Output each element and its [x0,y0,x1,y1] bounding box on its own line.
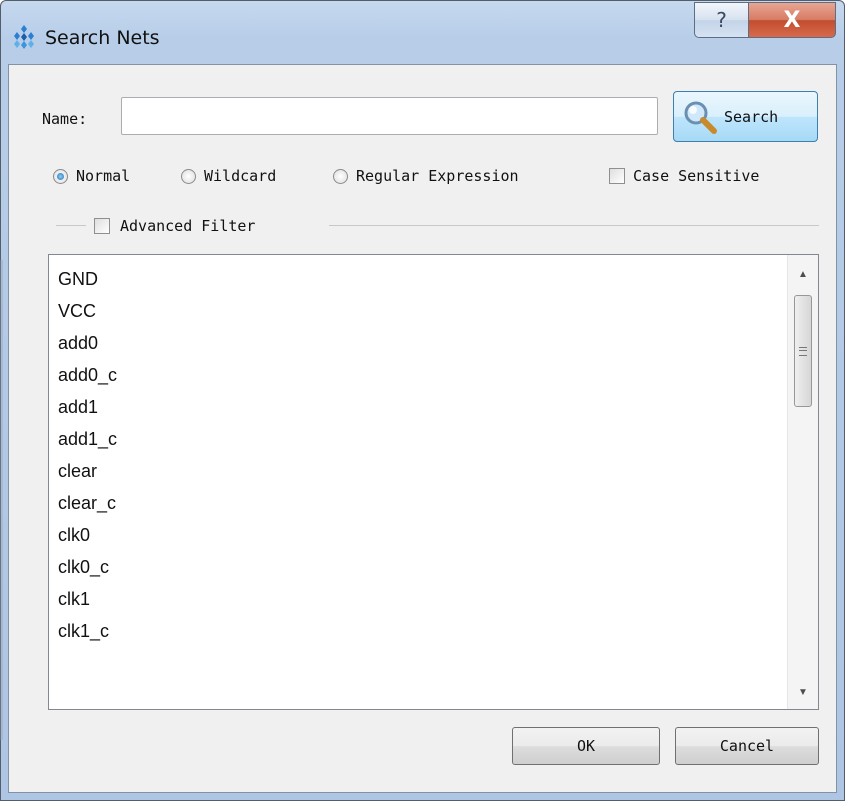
scroll-up-arrow-icon: ▲ [798,268,808,280]
list-item[interactable]: clk0_c [49,551,788,583]
advanced-filter-label: Advanced Filter [120,217,256,235]
help-button[interactable]: ? [694,2,749,38]
window-edge-shadow [0,260,3,740]
radio-wildcard-label: Wildcard [204,167,277,185]
list-item[interactable]: add0 [49,327,788,359]
title-bar[interactable]: Search Nets ? X [1,1,844,65]
list-item[interactable]: clk0 [49,519,788,551]
list-item[interactable]: add0_c [49,359,788,391]
help-icon: ? [716,8,727,32]
advanced-filter-group: Advanced Filter [0,214,847,238]
radio-wildcard[interactable]: Wildcard [181,167,276,185]
app-logo-icon [14,25,34,49]
list-item[interactable]: clk1 [49,583,788,615]
scroll-up-button[interactable]: ▲ [788,259,818,289]
vertical-scrollbar[interactable]: ▲ ▼ [787,255,818,709]
list-item[interactable]: clear [49,455,788,487]
scroll-down-button[interactable]: ▼ [788,677,818,707]
close-icon: X [783,7,801,33]
radio-normal-label: Normal [76,167,131,185]
list-item[interactable]: clear_c [49,487,788,519]
magnifier-icon [684,101,717,134]
list-item[interactable]: add1_c [49,423,788,455]
case-sensitive-label: Case Sensitive [633,167,760,185]
name-label: Name: [42,110,88,128]
radio-normal-indicator[interactable] [53,168,68,184]
case-sensitive-box[interactable] [609,168,625,184]
advanced-filter-box[interactable] [94,218,110,234]
cancel-button[interactable]: Cancel [675,727,819,765]
cancel-button-label: Cancel [719,737,775,755]
search-button[interactable]: Search [673,91,818,142]
ok-button-label: OK [576,737,596,755]
advanced-filter-checkbox[interactable]: Advanced Filter [94,217,255,235]
ok-button[interactable]: OK [512,727,660,765]
match-mode-group: Normal Wildcard Regular Expression Case … [0,167,847,191]
radio-normal[interactable]: Normal [53,167,130,185]
list-item[interactable]: GND [49,263,788,295]
close-button[interactable]: X [748,2,836,38]
nets-list-items: GND VCC add0 add0_c add1 add1_c clear clear_c cl… [49,263,788,647]
case-sensitive-checkbox[interactable]: Case Sensitive [609,167,759,185]
radio-regex-indicator[interactable] [333,168,348,184]
list-item[interactable]: add1 [49,391,788,423]
group-divider-right [329,225,819,226]
scroll-thumb[interactable] [794,295,812,407]
list-item[interactable]: VCC [49,295,788,327]
name-input[interactable] [121,97,658,135]
nets-list[interactable]: GND VCC add0 add0_c add1 add1_c clear clear_c cl… [48,254,819,710]
search-button-label: Search [724,107,779,126]
window-title: Search Nets [45,27,160,49]
group-divider-left [56,225,86,226]
grip-icon [799,346,807,356]
scroll-down-arrow-icon: ▼ [798,686,808,698]
list-item[interactable]: clk1_c [49,615,788,647]
radio-regular-expression[interactable]: Regular Expression [333,167,519,185]
radio-regex-label: Regular Expression [356,167,519,185]
radio-wildcard-indicator[interactable] [181,168,196,184]
